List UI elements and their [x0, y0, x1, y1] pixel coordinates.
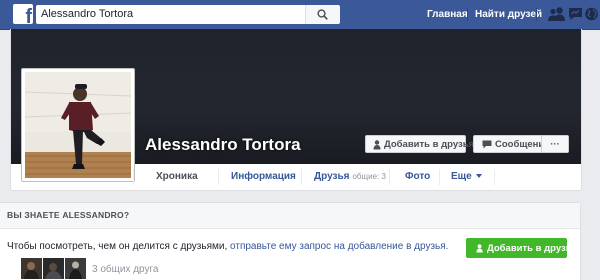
- tab-friends[interactable]: Друзья общие: 3: [314, 164, 386, 190]
- globe-icon[interactable]: [584, 6, 599, 22]
- profile-name: Alessandro Tortora: [145, 135, 301, 154]
- tab-timeline[interactable]: Хроника: [156, 164, 198, 190]
- add-friend-label: Добавить в друзья: [384, 139, 475, 150]
- search-icon: [317, 9, 328, 20]
- friend-request-prompt: Чтобы посмотреть, чем он делится с друзь…: [7, 240, 448, 254]
- more-options-button[interactable]: ···: [541, 135, 569, 153]
- mutual-friend-photo: [65, 258, 86, 279]
- search-button[interactable]: [305, 5, 340, 24]
- card-title: ВЫ ЗНАЕТЕ ALESSANDRO?: [7, 210, 130, 220]
- mutual-friend-avatar[interactable]: [65, 258, 86, 279]
- add-friend-green-label: Добавить в друзья: [487, 243, 578, 254]
- mutual-friend-photo: [43, 258, 64, 279]
- more-options-label: ···: [550, 139, 560, 150]
- message-icon: [482, 140, 492, 149]
- person-photo-illustration: [25, 72, 131, 178]
- tab-divider: [301, 169, 302, 185]
- card-header: ВЫ ЗНАЕТЕ ALESSANDRO?: [0, 203, 580, 229]
- mutual-friend-photo: [21, 258, 42, 279]
- nav-divider: [467, 8, 468, 21]
- search-input[interactable]: Alessandro Tortora: [36, 5, 339, 24]
- add-friend-green-button[interactable]: Добавить в друзья: [466, 238, 577, 258]
- nav-divider: [536, 8, 537, 21]
- top-navigation-bar: f Alessandro Tortora Главная Найти друзе…: [0, 0, 600, 30]
- tab-divider: [439, 169, 440, 185]
- profile-photo: [25, 72, 131, 178]
- friend-requests-icon[interactable]: [548, 6, 565, 22]
- facebook-logo[interactable]: f: [13, 4, 33, 24]
- do-you-know-card: ВЫ ЗНАЕТЕ ALESSANDRO? Чтобы посмотреть, …: [0, 202, 581, 280]
- tab-divider: [133, 169, 134, 185]
- tab-friends-label: Друзья: [314, 171, 350, 182]
- mutual-friend-avatar[interactable]: [43, 258, 64, 279]
- mutual-friends-link[interactable]: 3 общих друга: [92, 263, 159, 277]
- tab-more-label: Еще: [451, 171, 472, 182]
- mutual-friends-count: общие: 3: [352, 172, 386, 181]
- add-friend-icon: [373, 140, 381, 150]
- tab-photos[interactable]: Фото: [405, 164, 430, 190]
- add-friend-button[interactable]: Добавить в друзья: [365, 135, 474, 153]
- tab-divider: [218, 169, 219, 185]
- nav-home-link[interactable]: Главная: [427, 0, 468, 29]
- logo-letter: f: [25, 6, 32, 24]
- tab-about[interactable]: Информация: [231, 164, 296, 190]
- search-input-value: Alessandro Tortora: [41, 8, 134, 20]
- tab-more[interactable]: Еще: [451, 164, 482, 190]
- messages-icon[interactable]: [568, 6, 583, 22]
- nav-find-friends-link[interactable]: Найти друзей: [475, 0, 542, 29]
- send-request-link[interactable]: отправьте ему запрос на добавление в дру…: [230, 241, 448, 252]
- prompt-text: Чтобы посмотреть, чем он делится с друзь…: [7, 241, 228, 252]
- profile-header-card: Alessandro Tortora Добавить в друзья Соо…: [10, 29, 582, 191]
- profile-tabs: Хроника Информация Друзья общие: 3 Фото Е…: [133, 164, 581, 190]
- chevron-down-icon: [475, 174, 482, 178]
- tab-divider: [389, 169, 390, 185]
- mutual-friend-avatar[interactable]: [21, 258, 42, 279]
- message-button[interactable]: Сообщение: [473, 135, 550, 153]
- profile-picture[interactable]: [21, 68, 135, 182]
- add-friend-icon: [476, 244, 483, 253]
- tab-divider: [494, 169, 495, 185]
